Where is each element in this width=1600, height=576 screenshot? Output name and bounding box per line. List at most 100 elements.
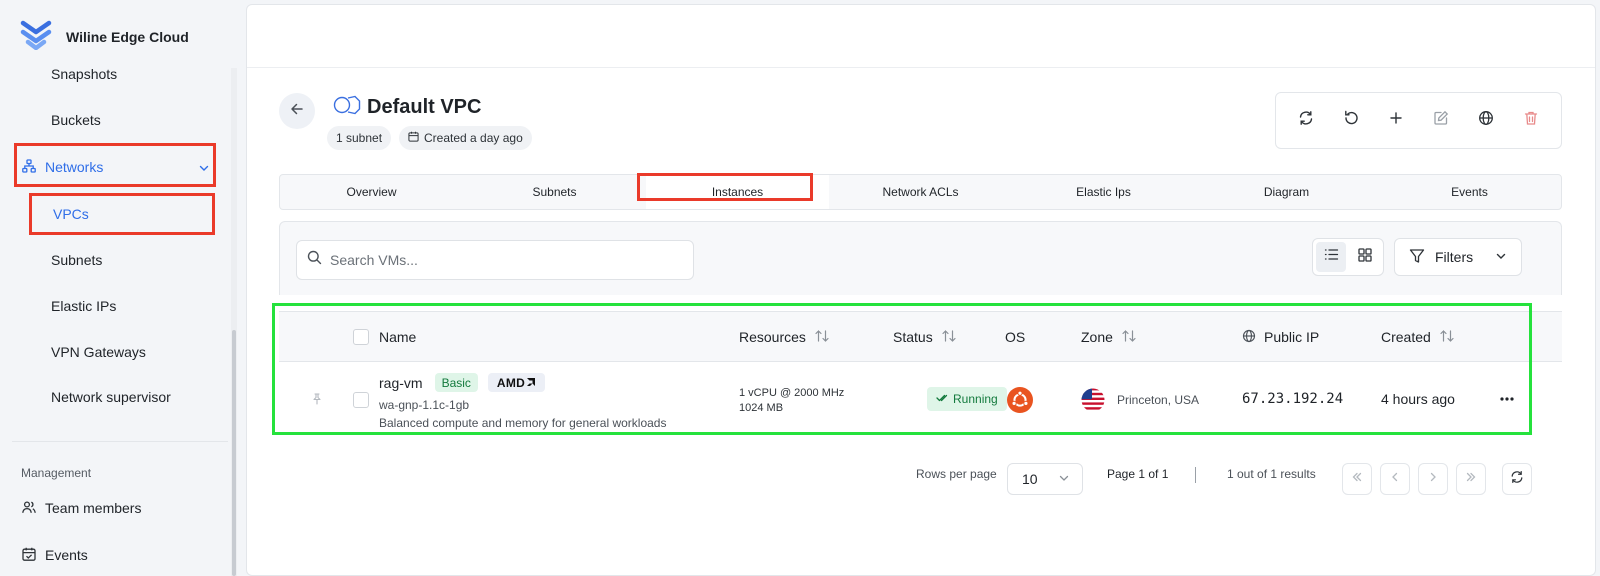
chevron-down-icon bbox=[198, 161, 210, 177]
calendar-icon bbox=[22, 547, 36, 564]
wiline-logo-icon bbox=[20, 18, 52, 55]
search-icon bbox=[307, 250, 322, 270]
sidebar-item-label: Events bbox=[45, 547, 88, 563]
header-label: Zone bbox=[1081, 329, 1113, 345]
pin-icon[interactable] bbox=[311, 392, 323, 410]
globe-icon bbox=[1478, 110, 1494, 131]
list-icon bbox=[1324, 247, 1339, 267]
sidebar-item-buckets[interactable]: Buckets bbox=[12, 100, 220, 140]
header-select-all[interactable] bbox=[353, 312, 369, 362]
table-header: Name Resources Status OS Zone Public IP … bbox=[279, 312, 1562, 362]
sidebar-item-label: Snapshots bbox=[51, 66, 118, 82]
rows-per-page-select[interactable]: 10 bbox=[1007, 463, 1083, 495]
header-os: OS bbox=[1005, 312, 1025, 362]
chip-label: 1 subnet bbox=[336, 131, 383, 145]
filter-icon bbox=[1409, 248, 1425, 267]
public-access-button[interactable] bbox=[1471, 106, 1501, 136]
sort-icon[interactable] bbox=[1439, 329, 1455, 346]
sort-icon[interactable] bbox=[814, 329, 830, 346]
tab-diagram[interactable]: Diagram bbox=[1195, 175, 1378, 209]
ubuntu-icon bbox=[1007, 387, 1033, 418]
header-label: Name bbox=[379, 329, 417, 345]
header-status[interactable]: Status bbox=[893, 312, 957, 362]
restore-button[interactable] bbox=[1336, 106, 1366, 136]
filters-button[interactable]: Filters bbox=[1394, 238, 1522, 276]
amd-badge: AMD bbox=[487, 373, 546, 392]
page-title: Default VPC bbox=[367, 96, 482, 118]
header-label: Status bbox=[893, 329, 933, 345]
last-page-button[interactable] bbox=[1456, 463, 1486, 495]
sidebar-item-snapshots[interactable]: Snapshots bbox=[12, 54, 220, 94]
status-label: Running bbox=[953, 392, 998, 406]
vpc-tabs: Overview Subnets Instances Network ACLs … bbox=[279, 174, 1562, 210]
edit-icon bbox=[1433, 110, 1449, 131]
instances-toolbar: Filters bbox=[279, 221, 1562, 295]
brand[interactable]: Wiline Edge Cloud bbox=[20, 18, 189, 55]
table-row[interactable]: rag-vm Basic AMD wa-gnp-1.1c-1gb Balance… bbox=[279, 363, 1562, 437]
sidebar-item-events[interactable]: Events bbox=[12, 535, 220, 575]
sidebar-item-vpn-gateways[interactable]: VPN Gateways bbox=[12, 332, 220, 372]
tab-events[interactable]: Events bbox=[1378, 175, 1561, 209]
sidebar-item-team-members[interactable]: Team members bbox=[12, 488, 220, 528]
page-indicator: Page 1 of 1 bbox=[1107, 467, 1169, 481]
refresh-icon bbox=[1510, 470, 1524, 489]
sidebar-item-networks[interactable]: Networks bbox=[12, 147, 220, 187]
main-panel: Default VPC 1 subnet Created a day ago O… bbox=[246, 4, 1596, 576]
sidebar-scrollbar-thumb[interactable] bbox=[232, 330, 236, 576]
tab-elastic-ips[interactable]: Elastic Ips bbox=[1012, 175, 1195, 209]
tab-network-acls[interactable]: Network ACLs bbox=[829, 175, 1012, 209]
sidebar-item-label: Elastic IPs bbox=[51, 298, 117, 314]
amd-arrow-icon bbox=[526, 376, 536, 390]
header-created[interactable]: Created bbox=[1381, 312, 1455, 362]
plus-icon bbox=[1388, 110, 1404, 131]
tab-instances[interactable]: Instances bbox=[646, 175, 829, 209]
public-ip[interactable]: 67.23.192.24 bbox=[1242, 391, 1343, 407]
refresh-table-button[interactable] bbox=[1502, 463, 1532, 495]
vpc-title: Default VPC bbox=[333, 94, 481, 121]
grid-icon bbox=[1358, 247, 1372, 267]
sidebar: Wiline Edge Cloud Snapshots Buckets Netw… bbox=[0, 0, 237, 576]
main-topbar bbox=[247, 5, 1595, 68]
sync-button[interactable] bbox=[1291, 106, 1321, 136]
chevron-down-icon bbox=[1058, 471, 1070, 487]
next-page-button[interactable] bbox=[1418, 463, 1448, 495]
created-chip: Created a day ago bbox=[399, 126, 532, 150]
chevron-left-icon bbox=[1389, 470, 1401, 488]
zone-label: Princeton, USA bbox=[1117, 393, 1200, 407]
delete-button[interactable] bbox=[1516, 106, 1546, 136]
tab-subnets[interactable]: Subnets bbox=[463, 175, 646, 209]
add-button[interactable] bbox=[1381, 106, 1411, 136]
instance-name[interactable]: rag-vm bbox=[379, 375, 423, 391]
sidebar-item-elastic-ips[interactable]: Elastic IPs bbox=[12, 286, 220, 326]
undo-icon bbox=[1343, 110, 1359, 131]
sidebar-item-vpcs[interactable]: VPCs bbox=[12, 194, 220, 234]
tier-badge: Basic bbox=[434, 373, 478, 392]
previous-page-button[interactable] bbox=[1380, 463, 1410, 495]
header-resources[interactable]: Resources bbox=[739, 312, 830, 362]
back-button[interactable] bbox=[279, 93, 315, 129]
instance-plan: wa-gnp-1.1c-1gb bbox=[379, 398, 470, 412]
sidebar-item-subnets[interactable]: Subnets bbox=[12, 240, 220, 280]
vpc-icon bbox=[333, 94, 361, 121]
amd-logo-text: AMD bbox=[496, 375, 526, 390]
sort-icon[interactable] bbox=[1121, 329, 1137, 346]
calendar-icon bbox=[408, 131, 419, 145]
chevrons-right-icon bbox=[1465, 470, 1477, 488]
more-options-icon[interactable] bbox=[1497, 391, 1517, 407]
sidebar-item-network-supervisor[interactable]: Network supervisor bbox=[12, 377, 220, 417]
edit-button[interactable] bbox=[1426, 106, 1456, 136]
header-zone[interactable]: Zone bbox=[1081, 312, 1137, 362]
row-checkbox[interactable] bbox=[353, 392, 369, 408]
sort-icon[interactable] bbox=[941, 329, 957, 346]
tab-overview[interactable]: Overview bbox=[280, 175, 463, 209]
select-all-checkbox[interactable] bbox=[353, 329, 369, 345]
view-toggle bbox=[1312, 238, 1384, 276]
instance-name-cell: rag-vm Basic AMD bbox=[379, 373, 546, 392]
list-view-button[interactable] bbox=[1316, 242, 1346, 272]
grid-view-button[interactable] bbox=[1350, 242, 1380, 272]
search-input[interactable] bbox=[330, 252, 670, 268]
search-box[interactable] bbox=[296, 240, 694, 280]
header-label: Resources bbox=[739, 329, 806, 345]
status-badge: Running bbox=[927, 387, 1007, 411]
first-page-button[interactable] bbox=[1342, 463, 1372, 495]
